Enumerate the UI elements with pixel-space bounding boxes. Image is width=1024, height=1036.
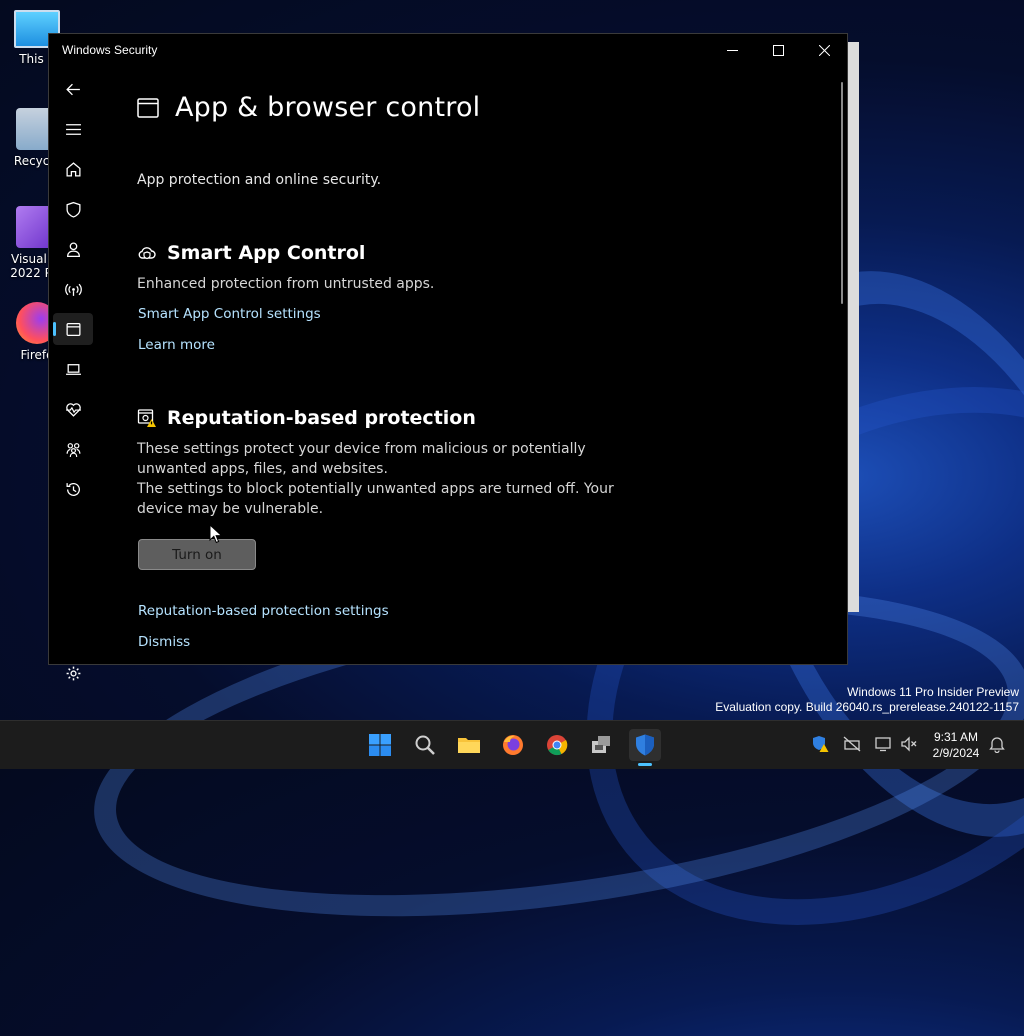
app-window-icon xyxy=(137,97,159,118)
watermark-line-2: Evaluation copy. Build 26040.rs_prerelea… xyxy=(715,700,1019,714)
reputation-protection-title: Reputation-based protection xyxy=(167,407,476,429)
app-window-icon xyxy=(65,322,81,336)
reputation-protection-description: These settings protect your device from … xyxy=(137,441,586,477)
home-icon xyxy=(65,161,81,177)
display-icon[interactable] xyxy=(874,735,892,753)
reputation-warning-icon xyxy=(137,409,156,427)
firefox-taskbar-button[interactable] xyxy=(497,729,529,761)
network-disconnected-icon[interactable] xyxy=(843,735,861,753)
shield-icon xyxy=(65,201,81,218)
dismiss-link[interactable]: Dismiss xyxy=(138,634,190,650)
back-arrow-icon xyxy=(65,83,80,95)
system-clock[interactable]: 9:31 AM 2/9/2024 xyxy=(926,729,986,761)
windows-security-taskbar-button[interactable] xyxy=(629,729,661,766)
installer-icon xyxy=(592,736,610,753)
maximize-button[interactable] xyxy=(755,34,801,66)
minimize-button[interactable] xyxy=(709,34,755,66)
history-icon xyxy=(65,482,80,496)
smart-app-control-description: Enhanced protection from untrusted apps. xyxy=(137,276,435,292)
back-button[interactable] xyxy=(53,73,93,105)
smart-app-control-title: Smart App Control xyxy=(167,242,366,264)
family-icon xyxy=(66,442,80,457)
installer-taskbar-button[interactable] xyxy=(585,729,617,761)
reputation-protection-settings-link[interactable]: Reputation-based protection settings xyxy=(138,603,389,619)
volume-muted-icon[interactable] xyxy=(900,735,918,753)
menu-button[interactable] xyxy=(53,113,93,145)
windows-security-window: Windows Security App & browser control A… xyxy=(48,33,848,680)
chrome-icon xyxy=(547,735,568,756)
cloud-shield-icon xyxy=(138,247,156,260)
nav-family-options[interactable] xyxy=(53,433,93,465)
windows-logo-icon xyxy=(369,734,391,756)
nav-device-security[interactable] xyxy=(53,353,93,385)
maximize-icon xyxy=(772,44,784,56)
page-title: App & browser control xyxy=(175,92,481,123)
nav-device-performance[interactable] xyxy=(53,393,93,425)
nav-app-browser-control[interactable] xyxy=(53,313,93,345)
person-icon xyxy=(66,241,80,257)
window-title: Windows Security xyxy=(62,43,158,57)
notification-bell-icon[interactable] xyxy=(988,735,1006,753)
chrome-taskbar-button[interactable] xyxy=(541,729,573,761)
taskbar: 9:31 AM 2/9/2024 xyxy=(0,720,1024,769)
nav-home[interactable] xyxy=(53,153,93,185)
nav-firewall[interactable] xyxy=(53,273,93,305)
nav-virus-protection[interactable] xyxy=(53,193,93,225)
hamburger-icon xyxy=(65,123,81,135)
search-icon xyxy=(415,735,435,755)
title-bar[interactable]: Windows Security xyxy=(49,34,847,66)
smart-app-control-header: Smart App Control xyxy=(137,242,365,264)
wireless-icon xyxy=(64,283,82,296)
reputation-protection-header: Reputation-based protection xyxy=(137,407,476,429)
watermark-line-1: Windows 11 Pro Insider Preview xyxy=(847,685,1019,699)
firefox-icon xyxy=(503,735,523,755)
file-explorer-button[interactable] xyxy=(453,729,485,761)
heart-pulse-icon xyxy=(65,402,81,417)
scrollbar-thumb[interactable] xyxy=(841,82,843,304)
turn-on-button[interactable]: Turn on xyxy=(138,539,256,570)
shield-icon xyxy=(636,734,654,756)
start-button[interactable] xyxy=(364,729,396,761)
security-warning-tray-icon[interactable] xyxy=(811,735,829,753)
gear-icon xyxy=(66,666,80,680)
page-subtitle: App protection and online security. xyxy=(137,172,382,188)
nav-account-protection[interactable] xyxy=(53,233,93,265)
clock-time: 9:31 AM xyxy=(933,730,979,744)
smart-app-control-settings-link[interactable]: Smart App Control settings xyxy=(138,306,321,322)
search-button[interactable] xyxy=(409,729,441,761)
mouse-cursor-icon xyxy=(209,524,223,544)
evaluation-watermark: Windows 11 Pro Insider Preview Evaluatio… xyxy=(715,685,1019,715)
navigation-rail xyxy=(49,66,95,680)
minimize-icon xyxy=(726,49,738,51)
nav-protection-history[interactable] xyxy=(53,473,93,505)
clock-date: 2/9/2024 xyxy=(932,746,980,760)
close-button[interactable] xyxy=(801,34,847,66)
close-icon xyxy=(818,44,830,56)
nav-settings[interactable] xyxy=(53,657,93,689)
folder-icon xyxy=(458,738,480,753)
reputation-protection-warning: The settings to block potentially unwant… xyxy=(137,481,614,517)
page-header: App & browser control xyxy=(137,92,480,123)
learn-more-link[interactable]: Learn more xyxy=(138,337,215,353)
laptop-icon xyxy=(65,363,81,375)
